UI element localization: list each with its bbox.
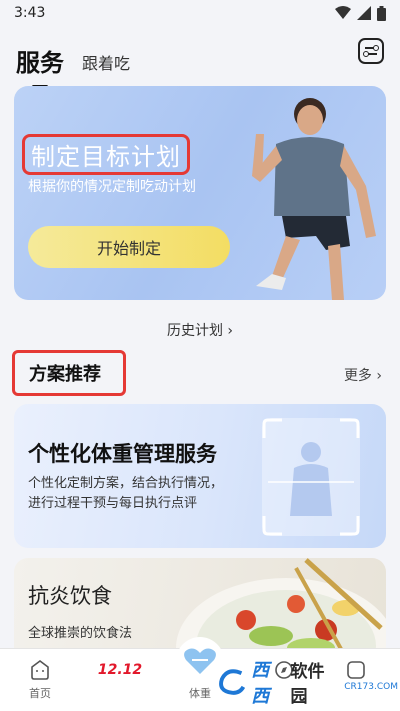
nav-promo[interactable]: 12.12 [90, 655, 150, 685]
body-scan-icon [262, 418, 360, 536]
more-link[interactable]: 更多 › [344, 365, 382, 385]
hero-subtitle: 根据你的情况定制吃动计划 [28, 179, 196, 195]
card-description: 全球推崇的饮食法 [28, 626, 133, 641]
chevron-right-icon: › [371, 368, 382, 384]
tab-service[interactable]: 服务 [16, 43, 64, 88]
chevron-right-icon: › [222, 323, 234, 339]
hero-title-highlight: 制定目标计划 [22, 134, 190, 175]
start-plan-button[interactable]: 开始制定 [28, 226, 230, 268]
settings-toggle-icon[interactable] [358, 38, 384, 64]
watermark-domain: CR173.COM [344, 682, 398, 692]
wifi-icon [335, 6, 351, 19]
header: 服务 跟着吃 [0, 30, 400, 88]
weight-management-card[interactable]: 个性化体重管理服务 个性化定制方案，结合执行情况， 进行过程干预与每日执行点评 [14, 404, 386, 548]
battery-icon [377, 5, 386, 21]
section-title: 方案推荐 [29, 364, 101, 385]
card-title: 抗炎饮食 [28, 584, 112, 608]
card-description: 个性化定制方案，结合执行情况， 进行过程干预与每日执行点评 [28, 476, 224, 511]
athlete-illustration [252, 98, 376, 300]
hero-title: 制定目标计划 [31, 143, 181, 171]
history-plan-link[interactable]: 历史计划 › [0, 320, 400, 340]
nav-body-fab[interactable] [176, 637, 224, 685]
nav-home-label: 首页 [29, 687, 51, 700]
promo-label: 12.12 [97, 662, 143, 678]
goal-plan-banner[interactable]: 制定目标计划 根据你的情况定制吃动计划 开始制定 [14, 86, 386, 300]
signal-icon [357, 6, 371, 20]
card-title: 个性化体重管理服务 [28, 442, 217, 466]
history-plan-label: 历史计划 [166, 323, 223, 339]
heart-scale-icon [184, 648, 216, 674]
section-title-highlight: 方案推荐 [12, 350, 126, 396]
watermark-brand: 西西 [251, 660, 270, 707]
status-icons [335, 5, 386, 21]
status-time: 3:43 [14, 5, 46, 21]
tab-follow-eat[interactable]: 跟着吃 [82, 50, 130, 74]
watermark-name: 软件园 [290, 662, 325, 707]
watermark-logo: 西西 软件园 CR173.COM [218, 660, 398, 707]
watermark-swirl-icon [219, 669, 246, 695]
status-bar: 3:43 [0, 0, 400, 26]
nav-home[interactable]: 首页 [10, 655, 70, 701]
salad-illustration [176, 558, 386, 658]
home-face-icon [31, 660, 49, 680]
